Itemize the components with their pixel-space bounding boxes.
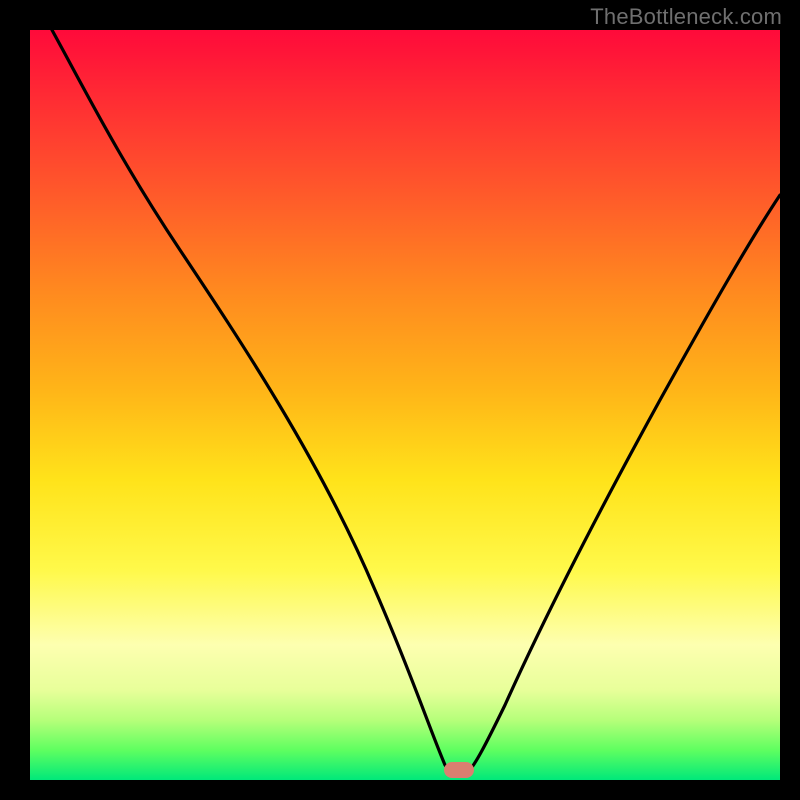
bottleneck-curve [30, 30, 780, 780]
chart-container: TheBottleneck.com [0, 0, 800, 800]
optimal-marker [444, 762, 474, 778]
curve-path [52, 30, 780, 772]
watermark-text: TheBottleneck.com [590, 4, 782, 30]
plot-area [30, 30, 780, 780]
